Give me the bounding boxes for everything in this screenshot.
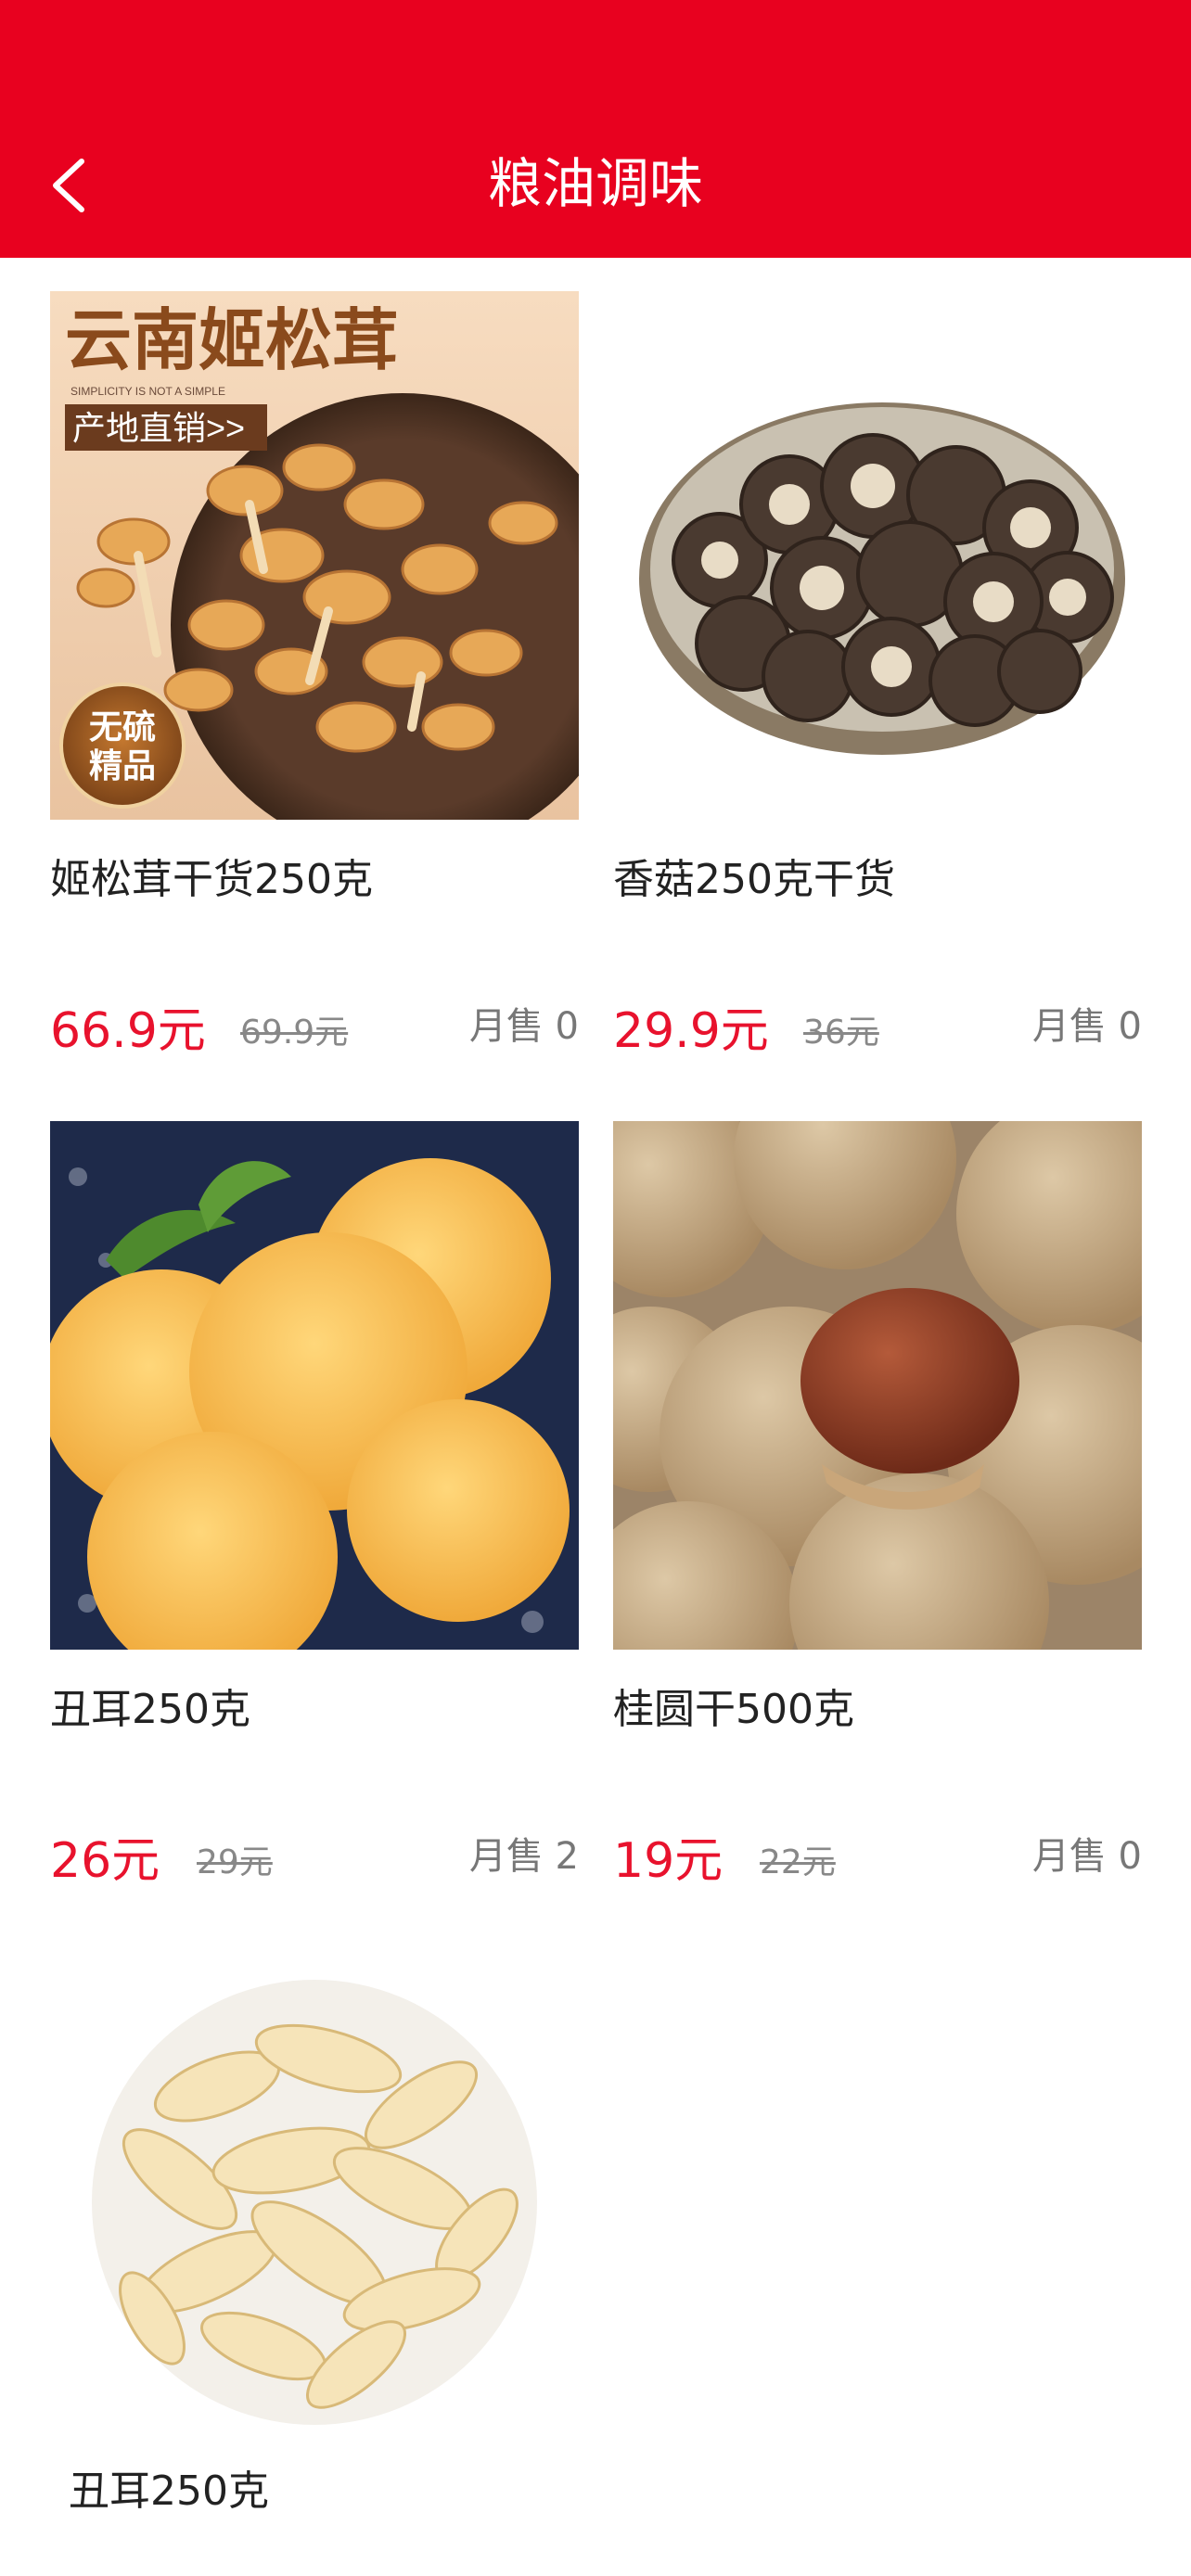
product-price: 26元 [50,1833,160,1889]
original-price: 69.9元 [240,1014,349,1052]
top-nav-bar: 粮油调味 [0,0,1191,258]
svg-text:云南姬松茸: 云南姬松茸 [65,304,399,378]
product-name[interactable]: 丑耳250克 [69,2457,269,2517]
monthly-sales: 月售 2 [468,1835,579,1878]
original-price: 29元 [197,1843,273,1881]
product-price: 29.9元 [613,1003,769,1059]
svg-text:产地直销>>: 产地直销>> [72,409,245,447]
product-card[interactable]: 丑耳250克 26元 29元 月售 2 [50,1121,579,1889]
product-card[interactable]: 丑耳250克 [50,1947,579,2515]
product-price: 66.9元 [50,1003,206,1059]
product-card[interactable]: 香菇250克干货 29.9元 36元 月售 0 [613,291,1142,1059]
monthly-sales: 月售 0 [468,1005,579,1048]
original-price: 36元 [803,1014,879,1052]
price-row: 19元 22元 月售 0 [613,1826,1142,1900]
product-name[interactable]: 香菇250克干货 [613,846,895,905]
product-name[interactable]: 桂圆干500克 [613,1676,854,1735]
product-name[interactable]: 姬松茸干货250克 [50,846,373,905]
svg-text:精品: 精品 [89,746,156,784]
svg-text:无硫: 无硫 [89,708,156,746]
product-card[interactable]: 云南姬松茸 SIMPLICITY IS NOT A SIMPLE 产地直销>> … [50,291,579,1059]
original-price: 22元 [760,1843,836,1881]
svg-text:SIMPLICITY IS NOT A SIMPLE: SIMPLICITY IS NOT A SIMPLE [70,385,225,398]
page-title: 粮油调味 [487,152,703,215]
product-image[interactable] [50,1947,579,2448]
product-price: 19元 [613,1833,724,1889]
monthly-sales: 月售 0 [1031,1835,1142,1878]
product-image[interactable] [613,291,1142,820]
product-card[interactable]: 桂圆干500克 19元 22元 月售 0 [613,1121,1142,1889]
price-row: 66.9元 69.9元 月售 0 [50,996,579,1070]
product-image[interactable] [613,1121,1142,1650]
product-image[interactable]: 云南姬松茸 SIMPLICITY IS NOT A SIMPLE 产地直销>> … [50,291,579,820]
product-name[interactable]: 丑耳250克 [50,1676,250,1735]
monthly-sales: 月售 0 [1031,1005,1142,1048]
product-image[interactable] [50,1121,579,1650]
price-row: 26元 29元 月售 2 [50,1826,579,1900]
price-row: 29.9元 36元 月售 0 [613,996,1142,1070]
